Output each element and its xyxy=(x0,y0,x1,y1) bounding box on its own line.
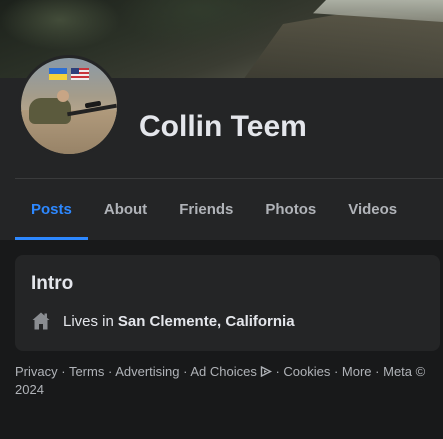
tab-videos[interactable]: Videos xyxy=(332,179,413,240)
footer-separator: · xyxy=(104,364,116,379)
adchoices-label: Ad Choices xyxy=(190,364,257,379)
footer-links: Privacy · Terms · Advertising · Ad Choic… xyxy=(15,363,435,399)
profile-page: Collin Teem Posts About Friends Photos V… xyxy=(0,0,443,439)
footer-more-link[interactable]: More xyxy=(342,364,372,379)
profile-name: Collin Teem xyxy=(139,110,307,143)
tab-about[interactable]: About xyxy=(88,179,163,240)
intro-lives-in: Lives in San Clemente, California xyxy=(31,311,295,331)
intro-card: Intro Lives in San Clemente, California xyxy=(15,255,440,351)
footer-separator: · xyxy=(179,364,191,379)
footer-separator: · xyxy=(57,364,69,379)
lives-in-label: Lives in xyxy=(63,312,114,330)
tab-photos[interactable]: Photos xyxy=(249,179,332,240)
footer-terms-link[interactable]: Terms xyxy=(69,364,104,379)
footer-adchoices-link[interactable]: Ad Choices xyxy=(190,364,272,379)
footer-separator: · xyxy=(271,364,284,379)
footer-separator: · xyxy=(330,364,342,379)
cover-ridge xyxy=(243,10,443,78)
footer-cookies-link[interactable]: Cookies xyxy=(283,364,330,379)
profile-tabs: Posts About Friends Photos Videos xyxy=(15,179,413,240)
us-flag-icon xyxy=(71,68,89,80)
intro-title: Intro xyxy=(31,273,74,294)
avatar-head xyxy=(57,90,69,102)
home-icon xyxy=(32,312,50,330)
footer-separator: · xyxy=(371,364,384,379)
location-link[interactable]: San Clemente, California xyxy=(118,313,295,330)
footer-advertising-link[interactable]: Advertising xyxy=(115,364,179,379)
ukraine-flag-icon xyxy=(49,68,67,80)
avatar-figure xyxy=(29,98,71,124)
tab-posts[interactable]: Posts xyxy=(15,179,88,240)
profile-avatar[interactable] xyxy=(18,55,120,157)
footer-privacy-link[interactable]: Privacy xyxy=(15,364,58,379)
adchoices-icon xyxy=(260,366,272,377)
tab-friends[interactable]: Friends xyxy=(163,179,249,240)
